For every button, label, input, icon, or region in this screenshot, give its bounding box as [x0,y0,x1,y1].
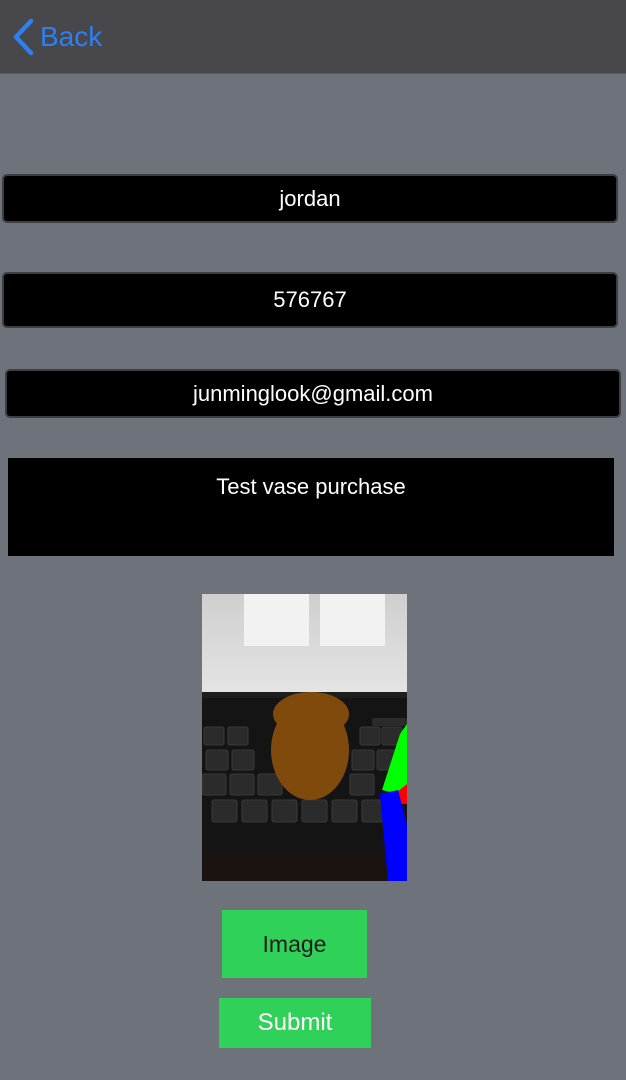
description-textarea[interactable]: Test vase purchase [8,458,614,556]
back-button[interactable]: Back [12,18,102,56]
email-field[interactable]: junminglook@gmail.com [5,369,621,418]
name-field[interactable]: jordan [2,174,618,223]
back-label: Back [40,21,103,52]
selected-photo [202,594,407,881]
navigation-bar: Back [0,0,626,74]
image-button[interactable]: Image [222,910,367,978]
phone-field[interactable]: 576767 [2,272,618,328]
submit-button[interactable]: Submit [219,998,371,1048]
chevron-left-icon [12,18,34,56]
